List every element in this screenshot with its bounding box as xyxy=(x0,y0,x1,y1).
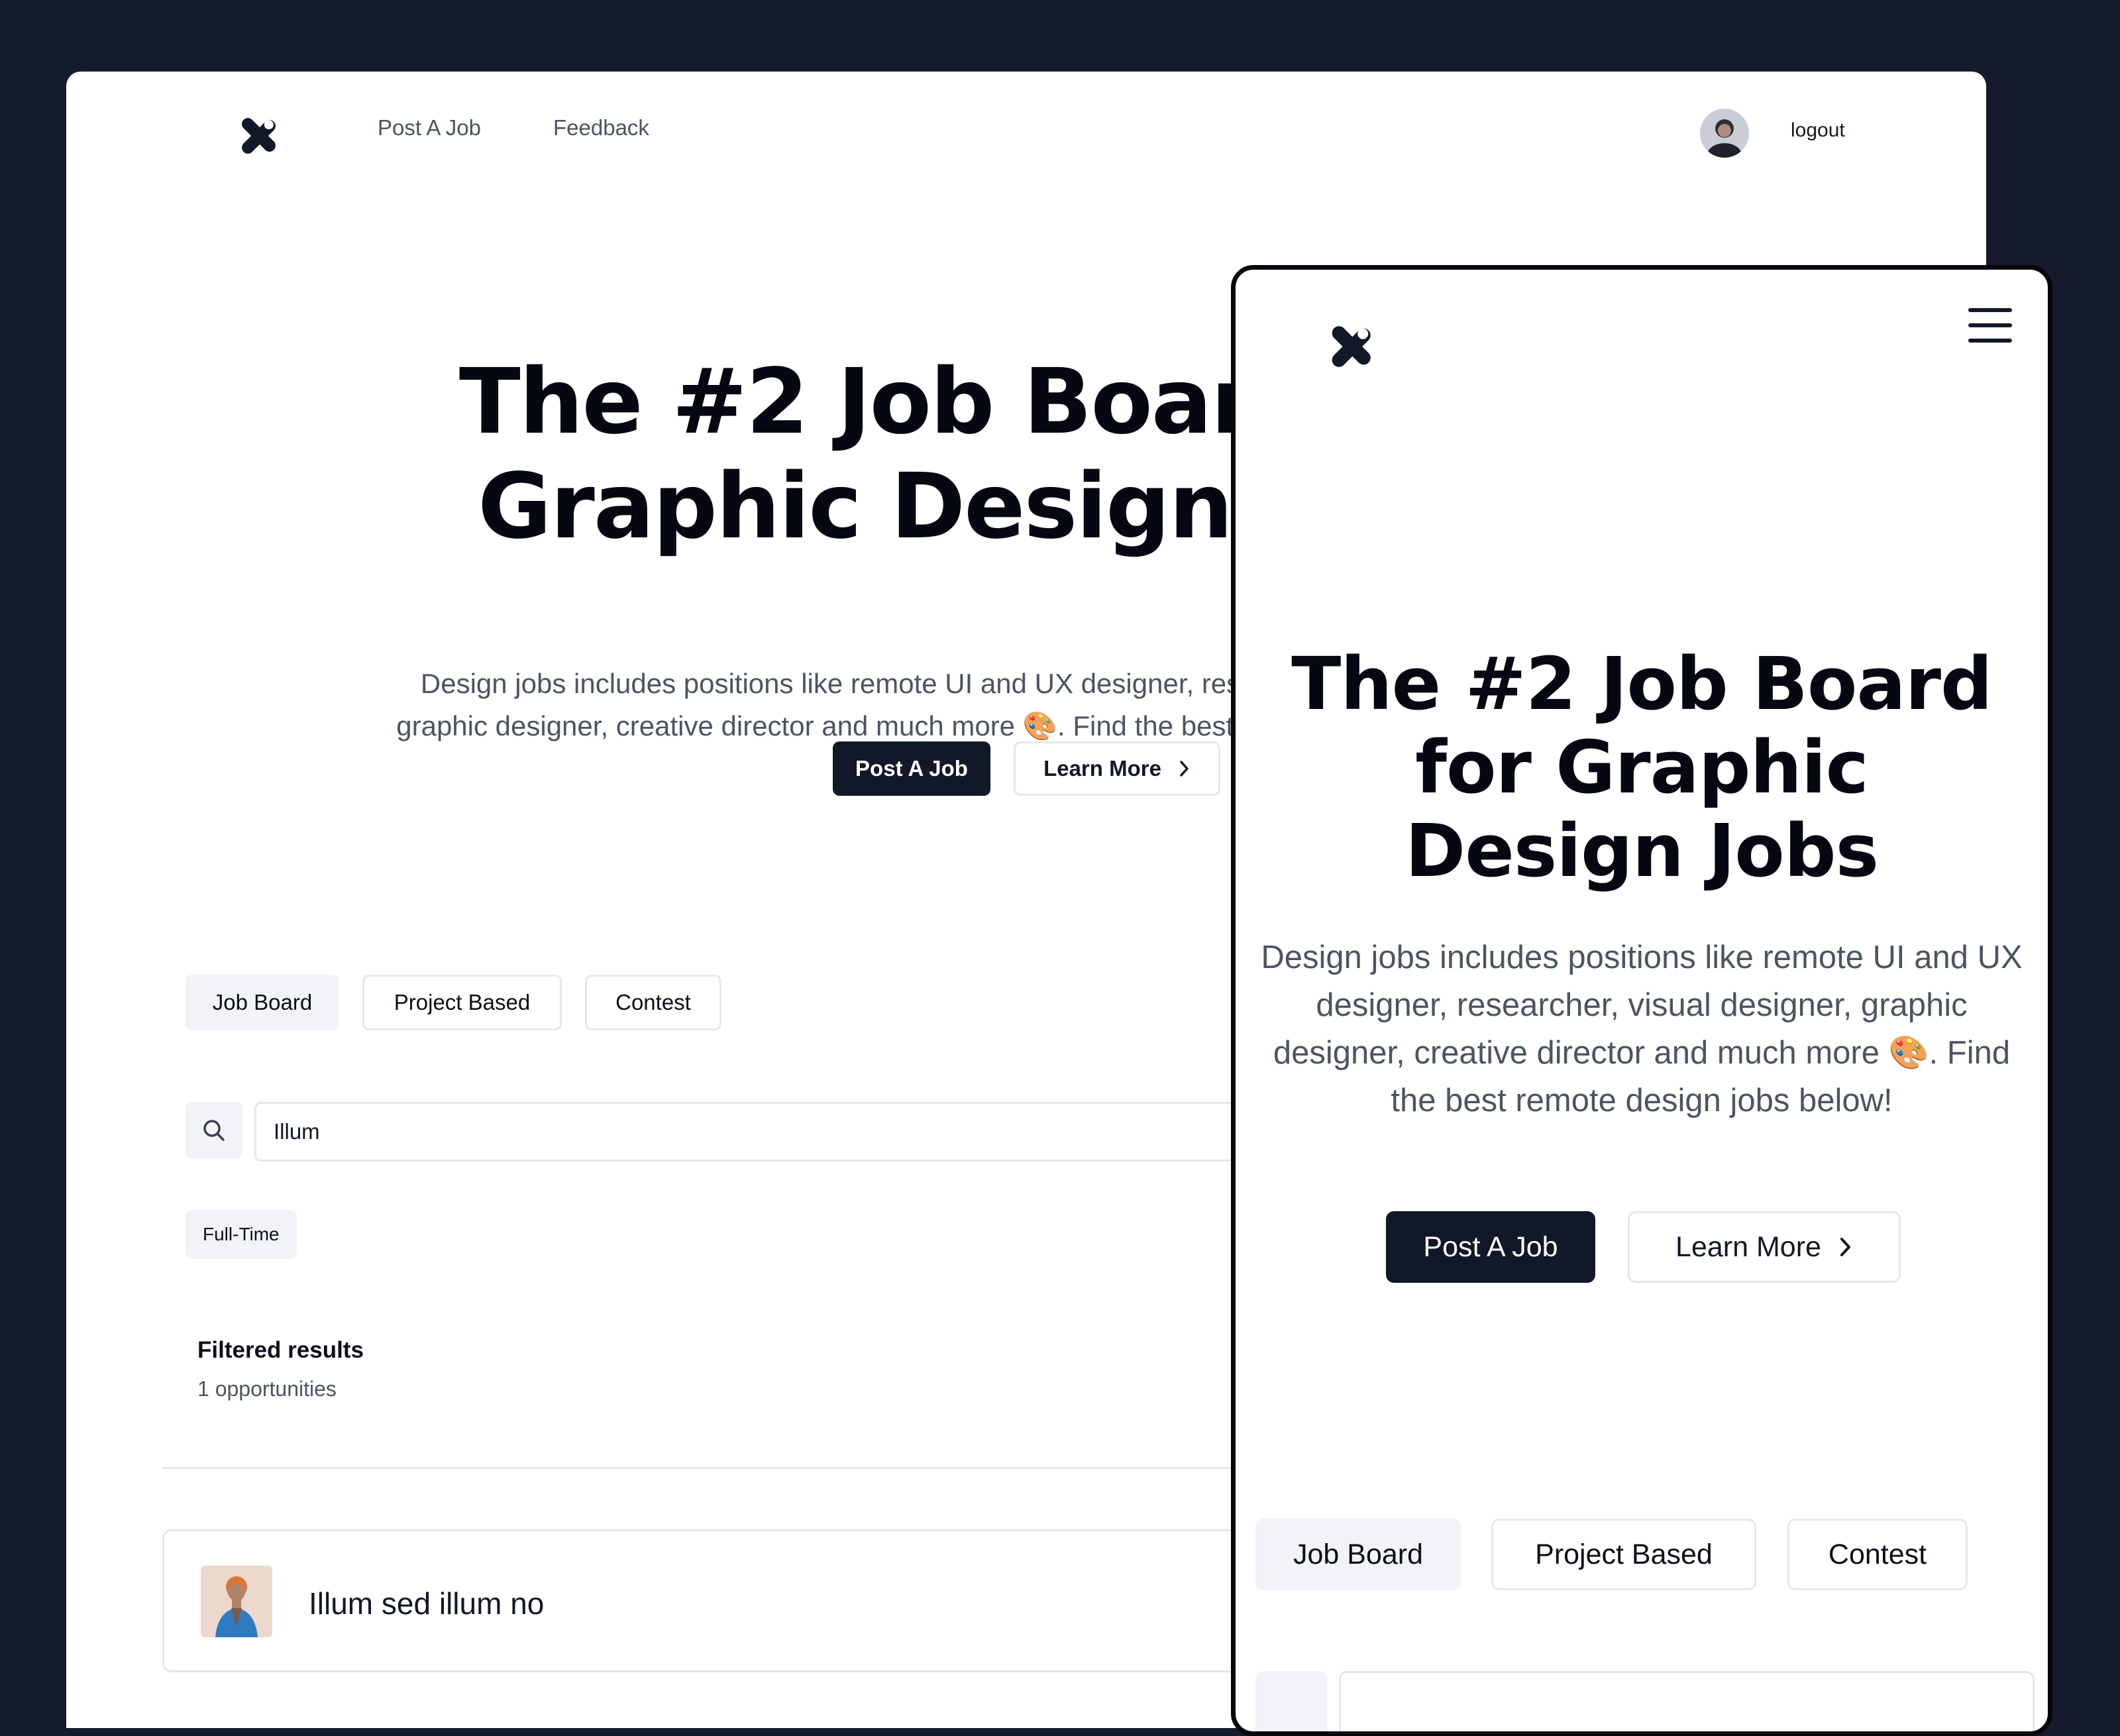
job-thumbnail xyxy=(201,1566,272,1637)
tab-label: Job Board xyxy=(1293,1538,1424,1570)
chevron-right-icon xyxy=(1180,761,1189,777)
post-job-button-label: Post A Job xyxy=(1423,1230,1558,1263)
tab-job-board[interactable]: Job Board xyxy=(186,975,339,1030)
post-job-button[interactable]: Post A Job xyxy=(833,741,990,796)
mobile-tab-job-board[interactable]: Job Board xyxy=(1255,1519,1461,1590)
chevron-right-icon xyxy=(1840,1238,1850,1256)
x-logo-icon[interactable] xyxy=(235,113,281,159)
job-title: Illum sed illum no xyxy=(309,1586,545,1621)
results-title: Filtered results xyxy=(197,1337,364,1363)
top-nav: Post A Job Feedback logout xyxy=(66,72,1986,191)
tab-label: Project Based xyxy=(394,990,531,1014)
tab-contest[interactable]: Contest xyxy=(585,975,721,1030)
nav-feedback-link[interactable]: Feedback xyxy=(553,115,649,140)
tab-project-based[interactable]: Project Based xyxy=(362,975,562,1030)
mobile-search-input[interactable] xyxy=(1339,1671,2035,1731)
filter-chip-label: Full-Time xyxy=(203,1224,280,1244)
tab-label: Contest xyxy=(615,990,691,1014)
hamburger-menu-icon[interactable] xyxy=(1968,308,2012,345)
x-logo-icon[interactable] xyxy=(1324,320,1377,373)
mobile-hero-title-line-3: Design Jobs xyxy=(1404,808,1879,893)
nav-post-job-link[interactable]: Post A Job xyxy=(378,115,481,140)
mobile-hero-title-line-2: for Graphic xyxy=(1415,725,1869,810)
tab-label: Contest xyxy=(1828,1538,1927,1570)
mobile-hero-title-line-1: The #2 Job Board xyxy=(1291,641,1992,726)
mobile-learn-more-button[interactable]: Learn More xyxy=(1628,1211,1901,1283)
learn-more-button[interactable]: Learn More xyxy=(1014,741,1220,796)
avatar[interactable] xyxy=(1700,109,1749,158)
learn-more-button-label: Learn More xyxy=(1043,756,1161,781)
post-job-button-label: Post A Job xyxy=(855,756,968,781)
company-logo-icon xyxy=(201,1566,272,1637)
search-button[interactable] xyxy=(186,1102,242,1159)
search-icon xyxy=(203,1120,225,1141)
filter-chip-full-time[interactable]: Full-Time xyxy=(186,1210,297,1259)
logout-link[interactable]: logout xyxy=(1791,119,1845,142)
tab-label: Project Based xyxy=(1535,1538,1713,1570)
mobile-tab-contest[interactable]: Contest xyxy=(1787,1519,1968,1590)
mobile-search-button[interactable] xyxy=(1255,1671,1327,1731)
mobile-hero-description: Design jobs includes positions like remo… xyxy=(1261,940,2023,1118)
mobile-hero-title: The #2 Job Board for Graphic Design Jobs xyxy=(1236,642,2048,893)
mobile-tab-project-based[interactable]: Project Based xyxy=(1491,1519,1756,1590)
learn-more-button-label: Learn More xyxy=(1675,1230,1821,1263)
results-count: 1 opportunities xyxy=(197,1377,337,1401)
mobile-window: The #2 Job Board for Graphic Design Jobs… xyxy=(1231,265,2052,1736)
user-avatar-icon xyxy=(1700,109,1749,158)
mobile-post-job-button[interactable]: Post A Job xyxy=(1386,1211,1595,1283)
tab-label: Job Board xyxy=(212,990,313,1014)
